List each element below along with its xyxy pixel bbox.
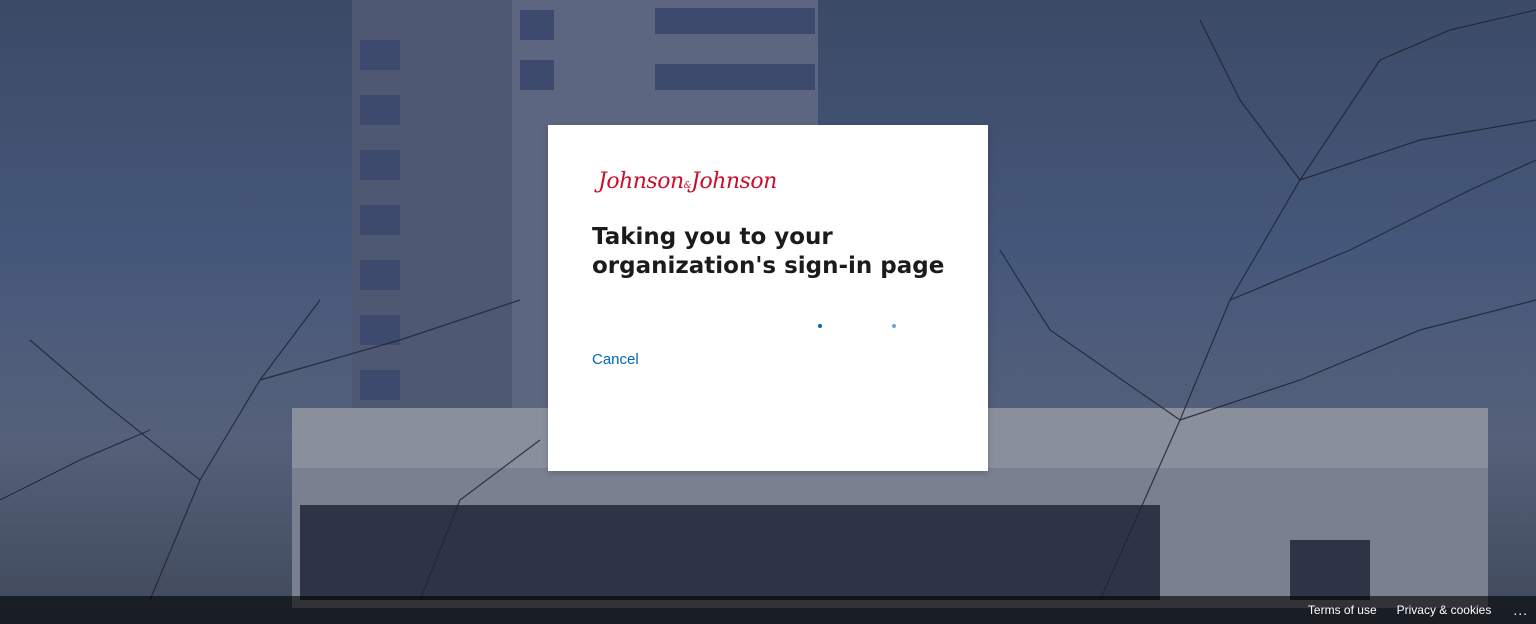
logo-text-left: Johnson — [598, 169, 684, 194]
progress-dot — [818, 324, 822, 328]
progress-dots-icon — [548, 324, 988, 330]
sign-in-dialog: Johnson&Johnson Taking you to your organ… — [548, 125, 988, 471]
logo-ampersand: & — [683, 181, 692, 191]
terms-of-use-link[interactable]: Terms of use — [1308, 603, 1377, 617]
privacy-cookies-link[interactable]: Privacy & cookies — [1397, 603, 1492, 617]
logo-text-right: Johnson — [691, 169, 777, 194]
footer: Terms of use Privacy & cookies ... — [0, 596, 1536, 624]
progress-dot — [892, 324, 896, 328]
page-title: Taking you to your organization's sign-i… — [592, 224, 945, 279]
ellipsis-icon[interactable]: ... — [1513, 602, 1528, 618]
company-logo: Johnson&Johnson — [598, 169, 777, 194]
cancel-link[interactable]: Cancel — [592, 351, 639, 368]
